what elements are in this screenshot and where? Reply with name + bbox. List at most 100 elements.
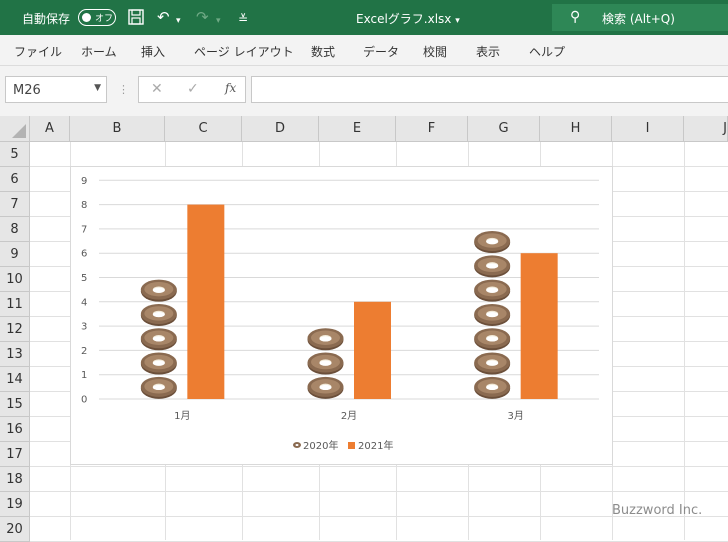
y-tick-label: 8 [81, 200, 87, 211]
redo-icon[interactable]: ↷ [196, 8, 209, 26]
tab-page-layout[interactable]: ページ レイアウト [194, 43, 294, 60]
undo-icon[interactable]: ↶ [157, 8, 170, 26]
column-header-f[interactable]: F [396, 116, 468, 142]
save-icon[interactable] [127, 8, 145, 30]
tab-review[interactable]: 校閲 [423, 43, 447, 60]
watermark: Buzzword Inc. [612, 503, 703, 518]
column-header-c[interactable]: C [165, 116, 242, 142]
row-header-16[interactable]: 16 [0, 417, 30, 442]
cancel-icon[interactable]: ✕ [151, 81, 163, 97]
redo-dropdown-icon[interactable]: ▾ [216, 12, 221, 30]
row-header-17[interactable]: 17 [0, 442, 30, 467]
chart[interactable]: 0 1 2 3 4 5 6 7 8 9 1月 2月 3月 2020年 2021年 [70, 166, 613, 465]
column-header-h[interactable]: H [540, 116, 612, 142]
bar-2021 [354, 301, 391, 399]
search-placeholder: 検索 (Alt+Q) [602, 12, 675, 26]
y-tick-label: 5 [81, 273, 87, 284]
row-header-12[interactable]: 12 [0, 317, 30, 342]
y-tick-label: 3 [81, 322, 87, 333]
insert-function-icon[interactable]: fx [225, 81, 236, 95]
row-header-15[interactable]: 15 [0, 392, 30, 417]
column-header-i[interactable]: I [612, 116, 684, 142]
title-bar: 自動保存 オフ ↶ ▾ ↷ ▾ ≚ Excelグラフ.xlsx ▾ ⚲ 検索 (… [0, 0, 728, 35]
row-header-13[interactable]: 13 [0, 342, 30, 367]
legend-swatch-2021 [348, 442, 355, 449]
donut-icon [474, 352, 511, 375]
row-header-19[interactable]: 19 [0, 492, 30, 517]
row-header-14[interactable]: 14 [0, 367, 30, 392]
column-header-d[interactable]: D [242, 116, 319, 142]
tab-data[interactable]: データ [363, 43, 399, 60]
undo-dropdown-icon[interactable]: ▾ [176, 12, 181, 30]
toggle-knob [82, 13, 91, 22]
row-header-11[interactable]: 11 [0, 292, 30, 317]
y-tick-label: 4 [81, 297, 87, 308]
column-header-b[interactable]: B [70, 116, 165, 142]
tab-view[interactable]: 表示 [476, 43, 500, 60]
column-header-g[interactable]: G [468, 116, 540, 142]
tab-formulas[interactable]: 数式 [311, 43, 335, 60]
search-icon: ⚲ [570, 9, 581, 25]
select-all-triangle-icon [12, 124, 26, 138]
row-header-10[interactable]: 10 [0, 267, 30, 292]
drag-handle-icon[interactable]: ⋮ [118, 83, 129, 96]
bar-2021 [187, 204, 225, 399]
customize-toolbar-icon[interactable]: ≚ [238, 10, 248, 28]
search-box[interactable]: ⚲ 検索 (Alt+Q) [552, 4, 728, 31]
tab-help[interactable]: ヘルプ [529, 43, 565, 60]
row-header-5[interactable]: 5 [0, 142, 30, 167]
y-tick-label: 9 [81, 176, 87, 187]
column-header-a[interactable]: A [30, 116, 70, 142]
donut-icon [140, 303, 177, 326]
row-header-8[interactable]: 8 [0, 217, 30, 242]
column-header-j[interactable]: J [684, 116, 728, 142]
tab-home[interactable]: ホーム [81, 43, 117, 60]
donut-icon [474, 255, 511, 278]
legend-label-2020: 2020年 [303, 439, 338, 452]
autosave-label: 自動保存 [22, 12, 71, 26]
chart-plot: 0 1 2 3 4 5 6 7 8 9 1月 2月 3月 2020年 2021年 [81, 176, 599, 452]
chevron-down-icon[interactable]: ▼ [94, 83, 101, 93]
donut-icon [474, 279, 511, 302]
donut-icon [140, 352, 177, 375]
legend-donut-icon [293, 442, 301, 448]
ribbon-tabs: ファイル ホーム 挿入 ページ レイアウト 数式 データ 校閲 表示 ヘルプ [0, 35, 728, 66]
bar-2021 [520, 253, 558, 399]
donut-icon [140, 328, 177, 351]
document-title-text: Excelグラフ.xlsx [356, 12, 452, 26]
donut-icon [307, 328, 344, 351]
donut-icon [307, 352, 344, 375]
select-all-button[interactable] [0, 116, 30, 142]
donut-icon [474, 328, 511, 351]
x-tick-label: 1月 [174, 410, 190, 422]
formula-input[interactable] [251, 76, 728, 103]
name-box-value: M26 [13, 83, 41, 98]
tab-insert[interactable]: 挿入 [141, 43, 165, 60]
donut-icon [474, 303, 511, 326]
document-title[interactable]: Excelグラフ.xlsx ▾ [356, 10, 460, 27]
name-box[interactable]: M26 ▼ [5, 76, 107, 103]
y-tick-label: 2 [81, 346, 87, 357]
column-header-e[interactable]: E [319, 116, 396, 142]
y-tick-label: 1 [81, 370, 87, 381]
formula-tools: ✕ ✓ fx [138, 76, 246, 103]
row-header-6[interactable]: 6 [0, 167, 30, 192]
donut-icon [307, 376, 344, 399]
donut-icon [474, 231, 511, 254]
legend-label-2021: 2021年 [358, 439, 393, 452]
y-tick-label: 7 [81, 224, 87, 235]
donut-icon [140, 279, 177, 302]
row-header-18[interactable]: 18 [0, 467, 30, 492]
x-tick-label: 3月 [507, 410, 523, 422]
tab-file[interactable]: ファイル [14, 43, 62, 60]
donut-icon [140, 376, 177, 399]
chevron-down-icon: ▾ [455, 16, 460, 26]
formula-bar: M26 ▼ ⋮ ✕ ✓ fx [0, 66, 728, 116]
row-header-9[interactable]: 9 [0, 242, 30, 267]
autosave-toggle[interactable]: オフ [78, 9, 116, 26]
row-header-7[interactable]: 7 [0, 192, 30, 217]
enter-icon[interactable]: ✓ [187, 81, 199, 97]
row-header-20[interactable]: 20 [0, 517, 30, 542]
y-tick-label: 6 [81, 249, 87, 260]
x-tick-label: 2月 [341, 410, 357, 422]
